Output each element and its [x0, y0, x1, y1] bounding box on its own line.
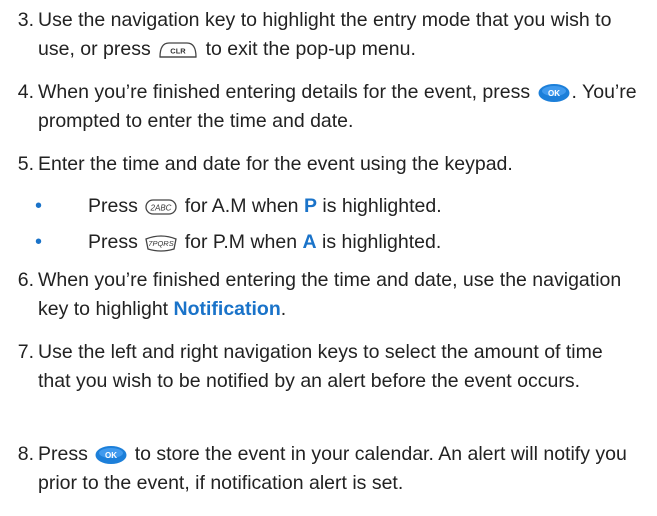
ok-key-label: OK	[548, 89, 560, 98]
bullet-icon: •	[35, 195, 43, 217]
bullet-am: • Press 2ABC for A.M when P is highlight…	[0, 192, 640, 221]
step-5: 5. Enter the time and date for the event…	[0, 150, 640, 179]
step-number: 5.	[17, 153, 34, 175]
step-text: When you’re finished entering the time a…	[38, 269, 622, 320]
step-number: 4.	[17, 81, 34, 103]
step-text-end: to exit the pop-up menu.	[205, 38, 416, 60]
key-7-icon: 7PQRS	[144, 233, 178, 253]
bullet-text: for A.M when	[184, 195, 299, 217]
step-4: 4. When you’re finished entering details…	[0, 78, 640, 136]
clr-key-label: CLR	[170, 47, 186, 56]
key-7-label: 7PQRS	[149, 239, 174, 248]
highlight-a: A	[302, 231, 317, 253]
ok-key-icon: OK	[537, 83, 571, 103]
step-7: 7. Use the left and right navigation key…	[0, 338, 640, 396]
step-press: Press	[38, 443, 88, 465]
bullet-text-end: is highlighted.	[322, 231, 442, 253]
key-2-label: 2ABC	[150, 204, 172, 213]
step-number: 6.	[17, 269, 34, 291]
bullet-pm: • Press 7PQRS for P.M when A is highligh…	[0, 228, 640, 257]
bullet-icon: •	[35, 231, 43, 253]
step-number: 8.	[17, 443, 34, 465]
step-number: 7.	[17, 341, 34, 363]
bullet-text: for P.M when	[184, 231, 298, 253]
highlight-notification: Notification	[173, 298, 281, 320]
step-8: 8. Press OK to store the event in your c…	[0, 440, 640, 498]
step-3: 3. Use the navigation key to highlight t…	[0, 6, 640, 64]
highlight-p: P	[303, 195, 317, 217]
bullet-text-end: is highlighted.	[322, 195, 442, 217]
manual-page: 3. Use the navigation key to highlight t…	[0, 0, 657, 516]
ok-key-label: OK	[105, 451, 117, 460]
step-text-end: .	[280, 298, 287, 320]
ok-key-icon: OK	[94, 445, 128, 465]
bullet-press: Press	[88, 231, 138, 253]
step-text: When you’re finished entering details fo…	[38, 81, 531, 103]
bullet-press: Press	[88, 195, 138, 217]
clr-key-icon: CLR	[157, 40, 199, 60]
step-number: 3.	[17, 9, 34, 31]
key-2-icon: 2ABC	[144, 197, 178, 217]
step-6: 6. When you’re finished entering the tim…	[0, 266, 640, 324]
step-text: Use the left and right navigation keys t…	[38, 341, 603, 392]
step-text: Enter the time and date for the event us…	[38, 153, 513, 175]
